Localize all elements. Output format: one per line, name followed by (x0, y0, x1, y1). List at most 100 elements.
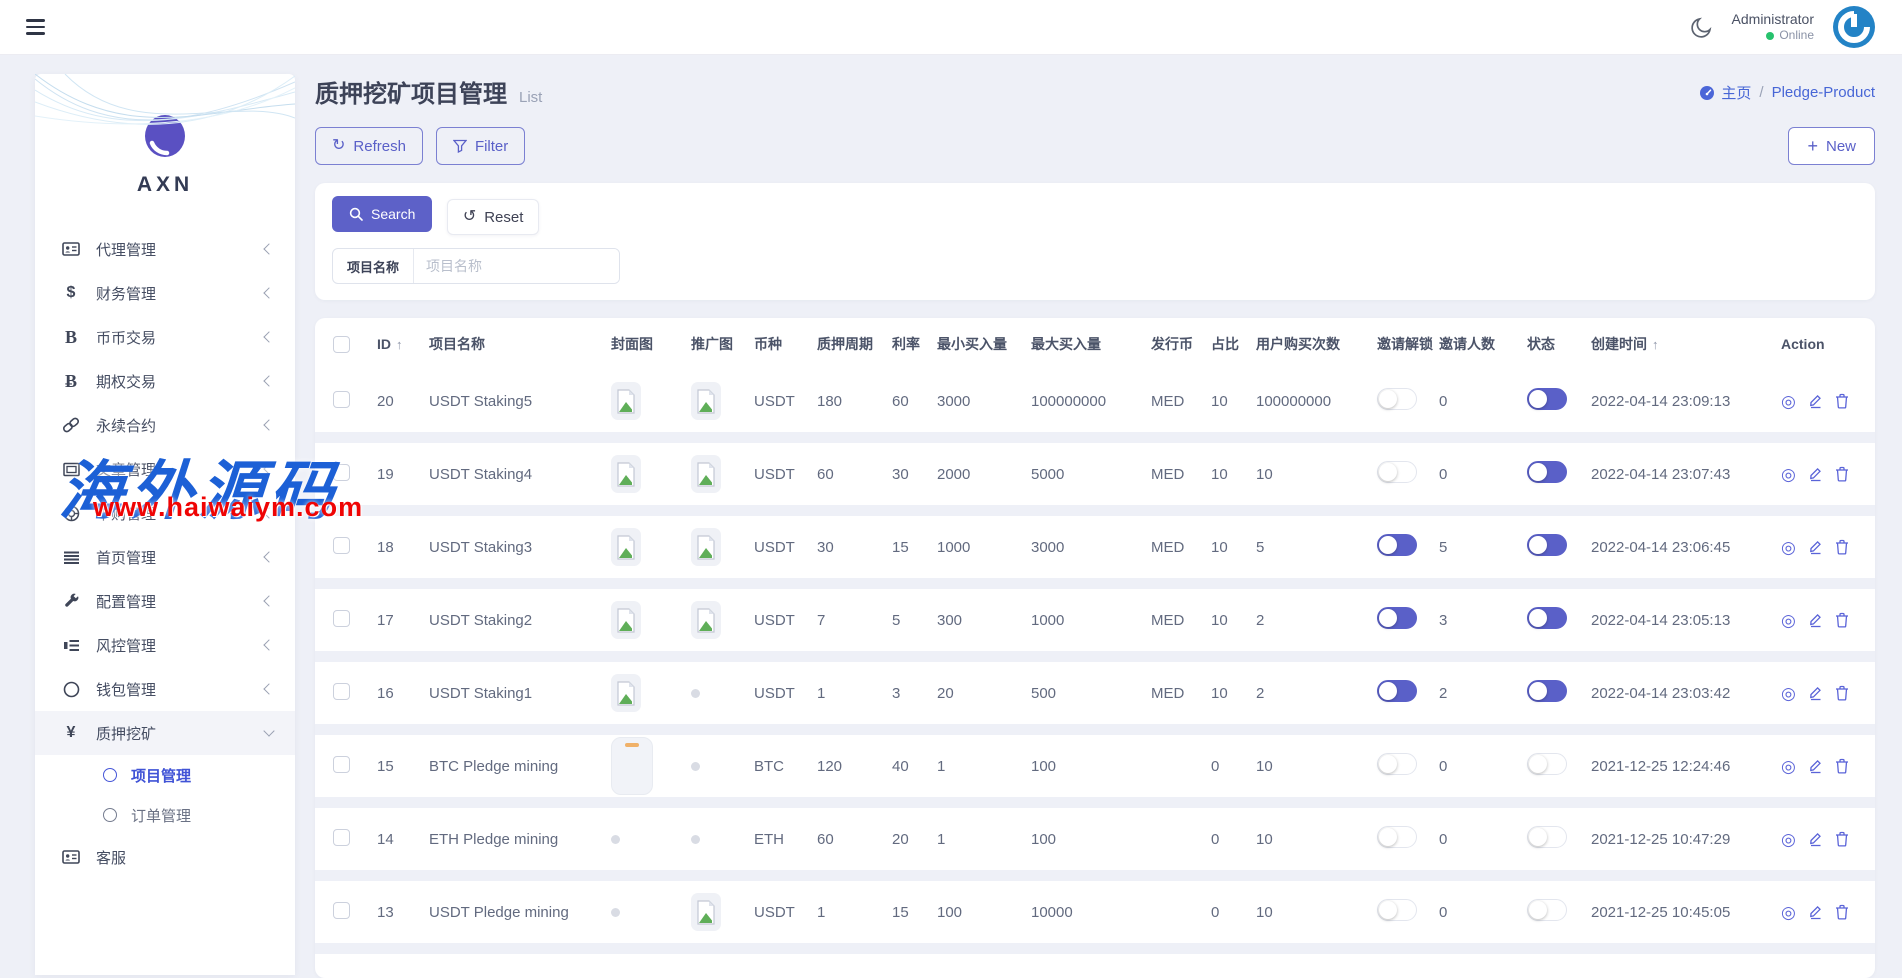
cell-promo-image[interactable] (691, 835, 754, 844)
cell-promo-image[interactable] (691, 689, 754, 698)
sidebar-subitem-project-management[interactable]: 项目管理 (35, 755, 295, 795)
plus-icon: + (1807, 137, 1818, 155)
cell-promo-image[interactable] (691, 528, 754, 566)
row-checkbox[interactable] (333, 756, 350, 773)
edit-icon[interactable] (1808, 831, 1823, 847)
dark-mode-icon[interactable] (1690, 15, 1714, 39)
filter-button[interactable]: Filter (436, 127, 525, 165)
row-checkbox[interactable] (333, 610, 350, 627)
reset-button[interactable]: ↺ Reset (447, 199, 540, 235)
invite-unlock-toggle[interactable] (1377, 607, 1417, 629)
new-button[interactable]: + New (1788, 127, 1875, 165)
header-max-buy: 最大买入量 (1031, 334, 1151, 354)
refresh-button[interactable]: ↻ Refresh (315, 127, 423, 165)
cell-cover-image[interactable] (611, 528, 691, 566)
view-icon[interactable]: ◎ (1781, 758, 1796, 775)
cell-promo-image[interactable] (691, 382, 754, 420)
status-toggle[interactable] (1527, 461, 1567, 483)
header-created-time[interactable]: 创建时间↑ (1591, 334, 1781, 354)
status-toggle[interactable] (1527, 388, 1567, 410)
edit-icon[interactable] (1808, 539, 1823, 555)
project-name-input[interactable] (414, 249, 619, 283)
delete-icon[interactable] (1835, 685, 1849, 701)
row-checkbox[interactable] (333, 902, 350, 919)
delete-icon[interactable] (1835, 758, 1849, 774)
cell-max-buy: 100 (1031, 758, 1151, 775)
sidebar-item-subscription[interactable]: 申购管理 (35, 491, 295, 535)
delete-icon[interactable] (1835, 466, 1849, 482)
cell-promo-image[interactable] (691, 762, 754, 771)
sidebar-item-homepage[interactable]: 首页管理 (35, 535, 295, 579)
sidebar-item-config[interactable]: 配置管理 (35, 579, 295, 623)
row-checkbox[interactable] (333, 829, 350, 846)
cell-cover-image[interactable] (611, 737, 691, 795)
chevron-left-icon (263, 683, 274, 694)
invite-unlock-toggle[interactable] (1377, 899, 1417, 921)
row-checkbox[interactable] (333, 683, 350, 700)
table-body: 20 USDT Staking5 USDT 180 60 3000 100000… (315, 370, 1875, 954)
sidebar-subitem-order-management[interactable]: 订单管理 (35, 795, 295, 835)
cell-cover-image[interactable] (611, 601, 691, 639)
edit-icon[interactable] (1808, 685, 1823, 701)
delete-icon[interactable] (1835, 612, 1849, 628)
view-icon[interactable]: ◎ (1781, 904, 1796, 921)
delete-icon[interactable] (1835, 393, 1849, 409)
cell-promo-image[interactable] (691, 601, 754, 639)
delete-icon[interactable] (1835, 831, 1849, 847)
select-all-checkbox[interactable] (333, 336, 350, 353)
sidebar-item-articles[interactable]: 文章管理 (35, 447, 295, 491)
edit-icon[interactable] (1808, 758, 1823, 774)
letter-b-icon: B (61, 327, 81, 348)
invite-unlock-toggle[interactable] (1377, 388, 1417, 410)
image-placeholder-dot (691, 762, 700, 771)
toggle-knob (1529, 536, 1547, 554)
cell-cover-image[interactable] (611, 674, 691, 712)
sidebar-item-wallet[interactable]: 钱包管理 (35, 667, 295, 711)
cell-cover-image[interactable] (611, 908, 691, 917)
view-icon[interactable]: ◎ (1781, 466, 1796, 483)
invite-unlock-toggle[interactable] (1377, 753, 1417, 775)
status-toggle[interactable] (1527, 607, 1567, 629)
cell-promo-image[interactable] (691, 455, 754, 493)
sidebar-item-options-trade[interactable]: Ƀ 期权交易 (35, 359, 295, 403)
edit-icon[interactable] (1808, 466, 1823, 482)
edit-icon[interactable] (1808, 904, 1823, 920)
delete-icon[interactable] (1835, 904, 1849, 920)
sidebar-item-perpetual[interactable]: 永续合约 (35, 403, 295, 447)
cell-promo-image[interactable] (691, 893, 754, 931)
view-icon[interactable]: ◎ (1781, 685, 1796, 702)
row-checkbox[interactable] (333, 464, 350, 481)
row-checkbox[interactable] (333, 537, 350, 554)
view-icon[interactable]: ◎ (1781, 393, 1796, 410)
sidebar-item-pledge-mining[interactable]: ¥ 质押挖矿 (35, 711, 295, 755)
invite-unlock-toggle[interactable] (1377, 534, 1417, 556)
status-toggle[interactable] (1527, 899, 1567, 921)
invite-unlock-toggle[interactable] (1377, 461, 1417, 483)
header-id[interactable]: ID↑ (377, 336, 429, 352)
status-toggle[interactable] (1527, 826, 1567, 848)
view-icon[interactable]: ◎ (1781, 539, 1796, 556)
edit-icon[interactable] (1808, 612, 1823, 628)
invite-unlock-toggle[interactable] (1377, 826, 1417, 848)
view-icon[interactable]: ◎ (1781, 831, 1796, 848)
edit-icon[interactable] (1808, 393, 1823, 409)
status-toggle[interactable] (1527, 680, 1567, 702)
search-button[interactable]: Search (332, 196, 432, 232)
sidebar-item-finance[interactable]: $ 财务管理 (35, 271, 295, 315)
sidebar-item-customer-service[interactable]: 客服 (35, 835, 295, 879)
sidebar-item-spot-trade[interactable]: B 币币交易 (35, 315, 295, 359)
cell-cover-image[interactable] (611, 382, 691, 420)
status-toggle[interactable] (1527, 753, 1567, 775)
sidebar-item-agent[interactable]: 代理管理 (35, 227, 295, 271)
cell-cover-image[interactable] (611, 455, 691, 493)
delete-icon[interactable] (1835, 539, 1849, 555)
sidebar-item-risk-control[interactable]: 风控管理 (35, 623, 295, 667)
avatar[interactable] (1832, 5, 1876, 49)
row-checkbox[interactable] (333, 391, 350, 408)
menu-toggle-icon[interactable] (26, 19, 45, 35)
invite-unlock-toggle[interactable] (1377, 680, 1417, 702)
view-icon[interactable]: ◎ (1781, 612, 1796, 629)
breadcrumb-home-link[interactable]: 主页 (1699, 82, 1751, 103)
cell-cover-image[interactable] (611, 835, 691, 844)
status-toggle[interactable] (1527, 534, 1567, 556)
